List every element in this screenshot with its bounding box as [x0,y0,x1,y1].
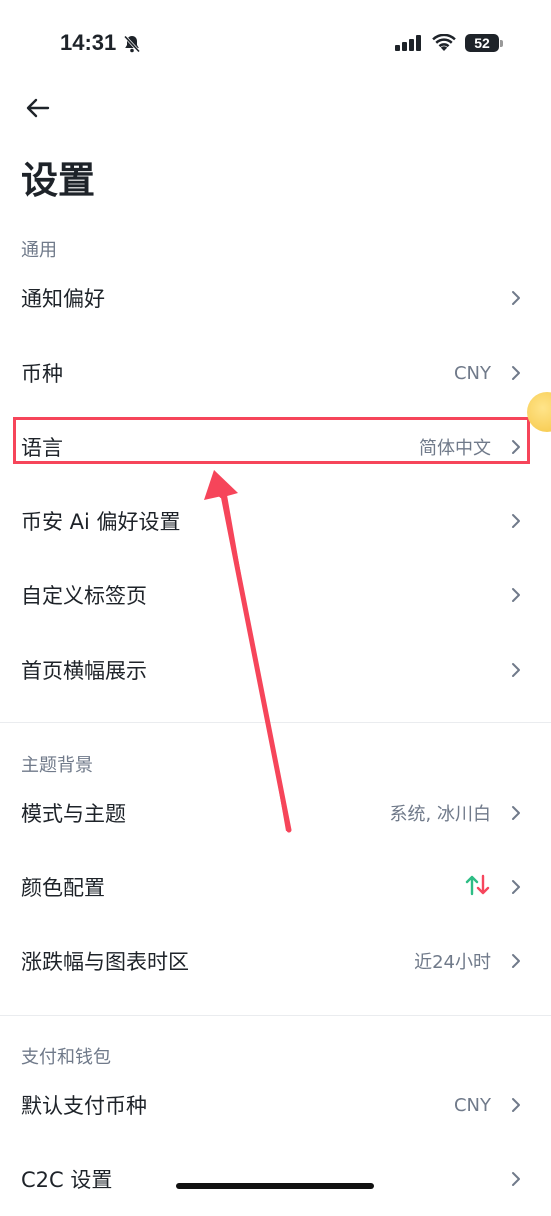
row-value: 简体中文 [419,438,491,459]
row-label: 默认支付币种 [21,1094,147,1118]
settings-row-currency[interactable]: 币种 CNY [0,336,551,410]
chevron-right-icon [508,286,524,310]
section-divider [0,722,551,723]
home-indicator [176,1183,374,1189]
row-label: 首页横幅展示 [21,659,147,683]
settings-row-default-payment-currency[interactable]: 默认支付币种 CNY [0,1068,551,1142]
section-label-theme: 主题背景 [21,755,93,776]
row-label: 币种 [21,362,63,386]
page-title: 设置 [21,159,95,202]
chevron-right-icon [508,361,524,385]
status-bar: 14:31 52 [0,0,551,90]
row-value: 系统, 冰川白 [389,804,491,825]
settings-row-change-timezone[interactable]: 涨跌幅与图表时区 近24小时 [0,924,551,998]
row-label: 语言 [21,436,63,460]
row-label: C2C 设置 [21,1168,113,1192]
row-value: 近24小时 [414,952,491,973]
row-label: 自定义标签页 [21,584,147,608]
row-label: 颜色配置 [21,876,105,900]
settings-row-notifications[interactable]: 通知偏好 [0,261,551,335]
battery-icon: 52 [465,34,499,52]
bell-muted-icon [123,35,141,53]
row-value: CNY [453,362,491,384]
settings-row-c2c[interactable]: C2C 设置 [0,1142,551,1216]
section-divider [0,1015,551,1016]
section-label-payment: 支付和钱包 [21,1047,111,1068]
chevron-right-icon [508,801,524,825]
row-label: 涨跌幅与图表时区 [21,950,189,974]
row-label: 通知偏好 [21,287,105,311]
settings-row-mode-theme[interactable]: 模式与主题 系统, 冰川白 [0,776,551,850]
signal-icon [395,35,421,51]
up-down-arrows-icon [465,874,491,901]
chevron-right-icon [508,1167,524,1191]
settings-row-language[interactable]: 语言 简体中文 [0,410,551,484]
chevron-right-icon [508,583,524,607]
back-button[interactable] [18,90,58,126]
status-time: 14:31 [60,30,117,55]
chevron-right-icon [508,658,524,682]
chevron-right-icon [508,875,524,899]
settings-row-home-banner[interactable]: 首页横幅展示 [0,633,551,707]
section-label-general: 通用 [21,240,57,261]
row-value: CNY [453,1094,491,1116]
chevron-right-icon [508,435,524,459]
settings-row-color-config[interactable]: 颜色配置 [0,850,551,924]
chevron-right-icon [508,949,524,973]
settings-row-binance-ai[interactable]: 币安 Ai 偏好设置 [0,484,551,558]
row-label: 币安 Ai 偏好设置 [21,510,181,534]
arrow-left-icon [26,98,50,118]
settings-row-custom-tabs[interactable]: 自定义标签页 [0,558,551,632]
row-label: 模式与主题 [21,802,126,826]
wifi-icon [432,34,456,51]
chevron-right-icon [508,1093,524,1117]
battery-cap [500,40,503,47]
chevron-right-icon [508,509,524,533]
